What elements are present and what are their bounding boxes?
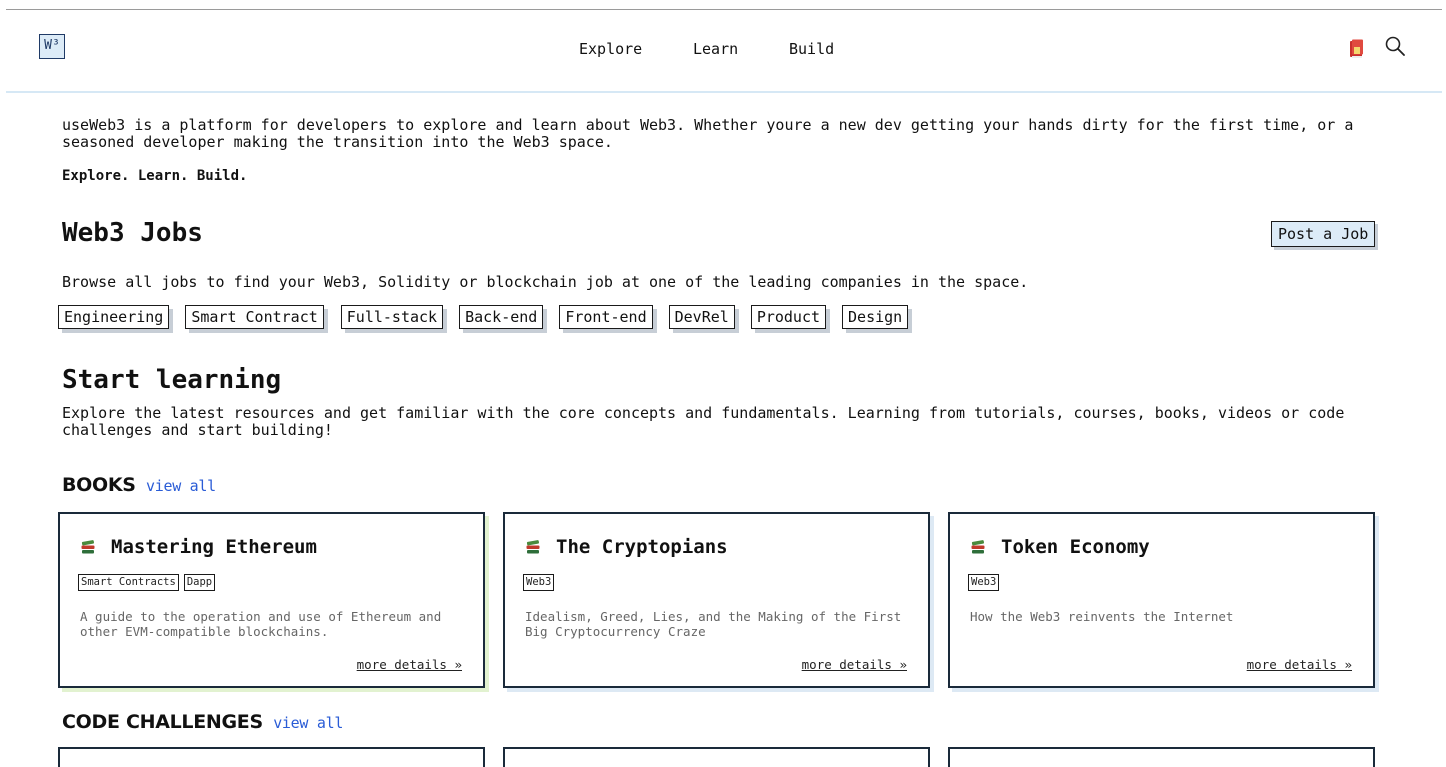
code-challenges-section-title: CODE CHALLENGES view all [62, 711, 343, 733]
book-title-text: Token Economy [1001, 536, 1150, 558]
tag[interactable]: Smart Contracts [78, 574, 179, 591]
jobs-title: Web3 Jobs [62, 218, 203, 248]
search-icon[interactable] [1384, 35, 1406, 57]
intro-text: useWeb3 is a platform for developers to … [62, 116, 1354, 151]
category-engineering[interactable]: Engineering [58, 305, 170, 329]
book-tags: Smart Contracts Dapp [78, 574, 220, 591]
more-details-link[interactable]: more details » [357, 657, 462, 672]
book-card[interactable]: The Cryptopians Web3 Idealism, Greed, Li… [503, 512, 930, 688]
book-title-text: The Cryptopians [556, 536, 728, 558]
nav-learn[interactable]: Learn [693, 40, 738, 58]
book-description: A guide to the operation and use of Ethe… [80, 609, 442, 639]
book-title: The Cryptopians [525, 536, 728, 558]
books-icon [971, 540, 985, 554]
code-challenges-heading: CODE CHALLENGES [62, 711, 263, 733]
challenge-card[interactable] [58, 747, 485, 767]
nav-explore[interactable]: Explore [579, 40, 642, 58]
category-product[interactable]: Product [750, 305, 827, 329]
book-card[interactable]: Mastering Ethereum Smart Contracts Dapp … [58, 512, 485, 688]
main-nav: Explore Learn Build [6, 40, 1442, 60]
book-description: Idealism, Greed, Lies, and the Making of… [525, 609, 902, 639]
more-details-link[interactable]: more details » [802, 657, 907, 672]
book-description: How the Web3 reinvents the Internet [970, 609, 1234, 624]
category-smart-contract[interactable]: Smart Contract [185, 305, 324, 329]
book-tags: Web3 [968, 574, 1004, 591]
book-card[interactable]: Token Economy Web3 How the Web3 reinvent… [948, 512, 1375, 688]
book-title-text: Mastering Ethereum [111, 536, 317, 558]
category-front-end[interactable]: Front-end [559, 305, 653, 329]
category-devrel[interactable]: DevRel [668, 305, 735, 329]
category-design[interactable]: Design [842, 305, 909, 329]
code-challenges-view-all-link[interactable]: view all [273, 714, 343, 732]
books-section-title: BOOKS view all [62, 474, 216, 496]
post-job-button[interactable]: Post a Job [1271, 221, 1376, 247]
job-categories: Engineering Smart Contract Full-stack Ba… [58, 305, 924, 329]
books-heading: BOOKS [62, 474, 136, 496]
challenge-card[interactable] [503, 747, 930, 767]
tag[interactable]: Web3 [523, 574, 555, 591]
book-title: Token Economy [970, 536, 1150, 558]
nav-build[interactable]: Build [789, 40, 834, 58]
learning-title: Start learning [62, 365, 282, 395]
tag[interactable]: Web3 [968, 574, 1000, 591]
books-icon [81, 540, 95, 554]
category-back-end[interactable]: Back-end [459, 305, 544, 329]
book-icon[interactable] [1349, 39, 1365, 59]
book-title: Mastering Ethereum [80, 536, 317, 558]
books-view-all-link[interactable]: view all [146, 477, 216, 495]
jobs-description: Browse all jobs to find your Web3, Solid… [62, 273, 1029, 291]
more-details-link[interactable]: more details » [1247, 657, 1352, 672]
tagline: Explore. Learn. Build. [62, 168, 248, 184]
book-tags: Web3 [523, 574, 559, 591]
site-header: W³ Explore Learn Build [6, 10, 1442, 93]
category-full-stack[interactable]: Full-stack [340, 305, 444, 329]
challenge-card[interactable] [948, 747, 1375, 767]
books-icon [526, 540, 540, 554]
learning-description: Explore the latest resources and get fam… [62, 404, 1345, 439]
tag[interactable]: Dapp [183, 574, 216, 591]
